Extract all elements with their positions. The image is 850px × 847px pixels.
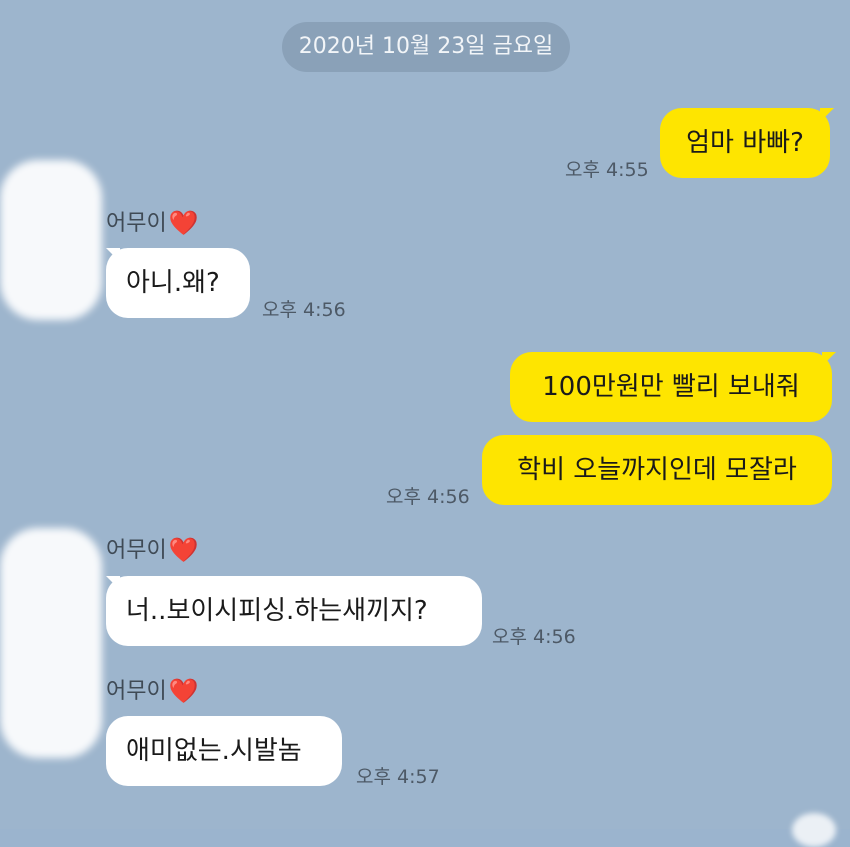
sender-name: 어무이❤️ (106, 535, 199, 565)
outgoing-message[interactable]: 학비 오늘까지인데 모잘라 (482, 435, 832, 505)
date-divider: 2020년 10월 23일 금요일 (282, 22, 570, 72)
heart-emoji: ❤️ (168, 209, 199, 237)
message-time: 오후 4:56 (386, 486, 470, 508)
bubble-tail (820, 108, 834, 122)
message-time: 오후 4:57 (356, 766, 440, 788)
sender-name-text: 어무이 (106, 679, 167, 704)
bubble-tail (822, 352, 836, 366)
sender-name-text: 어무이 (106, 538, 167, 563)
sender-name-text: 어무이 (106, 211, 167, 236)
message-time: 오후 4:55 (565, 159, 649, 181)
message-time: 오후 4:56 (492, 626, 576, 648)
avatar[interactable] (0, 160, 102, 320)
incoming-message[interactable]: 애미없는.시발놈 (106, 716, 342, 786)
sender-name: 어무이❤️ (106, 676, 199, 706)
outgoing-message[interactable]: 엄마 바빠? (660, 108, 830, 178)
heart-emoji: ❤️ (168, 536, 199, 564)
sender-name: 어무이❤️ (106, 208, 199, 238)
avatar[interactable] (0, 528, 102, 758)
incoming-message[interactable]: 너..보이시피싱.하는새끼지? (106, 576, 482, 646)
heart-emoji: ❤️ (168, 677, 199, 705)
incoming-message[interactable]: 아니.왜? (106, 248, 250, 318)
chat-room: 2020년 10월 23일 금요일 오후 4:55 엄마 바빠? 어무이❤️ 아… (0, 0, 850, 847)
blurred-region (792, 813, 836, 847)
outgoing-message[interactable]: 100만원만 빨리 보내줘 (510, 352, 832, 422)
message-time: 오후 4:56 (262, 299, 346, 321)
